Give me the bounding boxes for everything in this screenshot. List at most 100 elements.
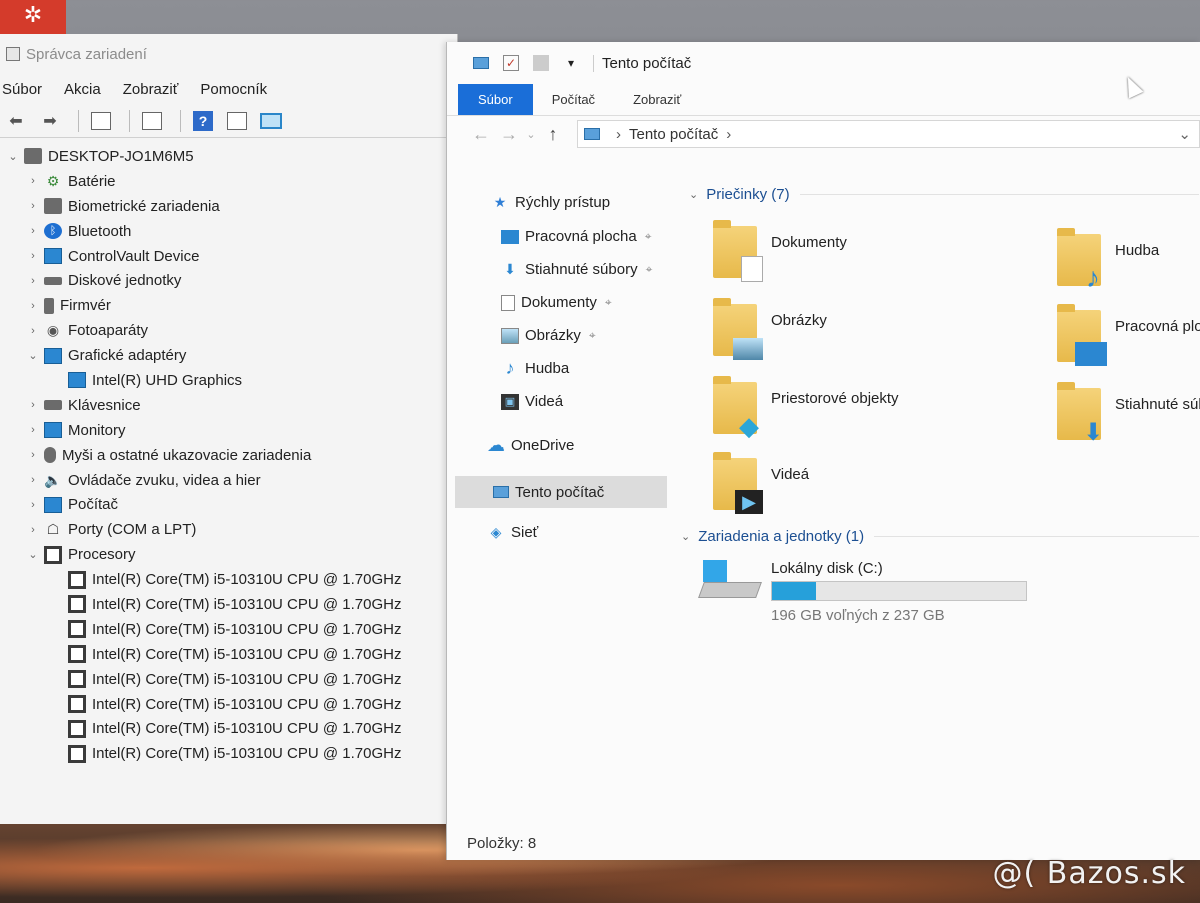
- menu-help[interactable]: Pomocník: [200, 81, 267, 98]
- back-arrow-icon[interactable]: ←: [467, 124, 495, 145]
- tree-item-cameras[interactable]: › ◉ Fotoaparáty: [0, 318, 457, 343]
- acrobat-taskbar-icon[interactable]: ✲: [0, 0, 66, 34]
- drive-tile-local-disk-c[interactable]: Lokálny disk (C:) 196 GB voľných z 237 G…: [698, 560, 1027, 624]
- drives-group-header[interactable]: ⌄ Zariadenia a jednotky (1): [681, 528, 1199, 545]
- back-arrow-icon[interactable]: ⬅: [2, 109, 30, 133]
- breadcrumb-chevron-icon[interactable]: ›: [616, 126, 621, 143]
- folder-tile-pictures[interactable]: Obrázky: [713, 298, 827, 360]
- scan-hardware-monitor-icon[interactable]: [257, 109, 285, 133]
- tree-item-display-adapters[interactable]: ⌄ Grafické adaptéry: [0, 343, 457, 368]
- up-arrow-icon[interactable]: ↑: [539, 124, 567, 145]
- tree-item-mice[interactable]: › Myši a ostatné ukazovacie zariadenia: [0, 443, 457, 468]
- menu-file[interactable]: Súbor: [2, 81, 42, 98]
- document-icon: [501, 294, 515, 311]
- tree-item-cpu[interactable]: Intel(R) Core(TM) i5-10310U CPU @ 1.70GH…: [0, 716, 457, 741]
- breadcrumb-this-pc[interactable]: Tento počítač: [629, 126, 718, 143]
- chevron-right-icon[interactable]: ›: [22, 325, 44, 337]
- tree-item-bluetooth[interactable]: › ᛒ Bluetooth: [0, 219, 457, 244]
- toolbar-separator: [180, 109, 181, 132]
- chevron-down-icon[interactable]: ⌄: [22, 349, 44, 362]
- tree-item-ports[interactable]: › ☖ Porty (COM a LPT): [0, 517, 457, 542]
- folder-tile-downloads[interactable]: ⬇ Stiahnuté súb: [1057, 382, 1200, 446]
- chevron-down-icon[interactable]: ⌄: [681, 530, 690, 543]
- cpu-icon: [68, 595, 86, 614]
- chevron-right-icon[interactable]: ›: [22, 275, 44, 287]
- chevron-right-icon[interactable]: ›: [22, 449, 44, 461]
- chevron-right-icon[interactable]: ›: [22, 300, 44, 312]
- folders-group-header[interactable]: ⌄ Priečinky (7): [689, 186, 1199, 203]
- forward-arrow-icon[interactable]: ➡: [36, 109, 64, 133]
- tree-item-firmware[interactable]: › Firmvér: [0, 293, 457, 318]
- pin-icon[interactable]: ⌖: [646, 262, 653, 277]
- chevron-down-icon[interactable]: ⌄: [22, 548, 44, 561]
- tree-item-cpu[interactable]: Intel(R) Core(TM) i5-10310U CPU @ 1.70GH…: [0, 567, 457, 592]
- tab-view[interactable]: Zobraziť: [614, 84, 700, 115]
- tree-item-computer-category[interactable]: › Počítač: [0, 492, 457, 517]
- nav-item-desktop[interactable]: Pracovná plocha ⌖: [501, 228, 652, 245]
- nav-item-this-pc[interactable]: Tento počítač: [455, 476, 667, 508]
- breadcrumb-chevron-icon[interactable]: ›: [726, 126, 731, 143]
- tree-item-intel-uhd-graphics[interactable]: Intel(R) UHD Graphics: [0, 368, 457, 393]
- chevron-right-icon[interactable]: ›: [22, 175, 44, 187]
- tree-item-processors[interactable]: ⌄ Procesory: [0, 542, 457, 567]
- tree-item-cpu[interactable]: Intel(R) Core(TM) i5-10310U CPU @ 1.70GH…: [0, 692, 457, 717]
- tree-item-monitors[interactable]: › Monitory: [0, 418, 457, 443]
- nav-item-videos[interactable]: ▣ Videá: [501, 393, 563, 410]
- nav-item-documents[interactable]: Dokumenty ⌖: [501, 294, 612, 311]
- chevron-down-icon[interactable]: ⌄: [689, 188, 698, 201]
- folder-tile-videos[interactable]: ▶ Videá: [713, 452, 809, 514]
- action-pane-icon[interactable]: [223, 109, 251, 133]
- chevron-right-icon[interactable]: ›: [22, 499, 44, 511]
- pin-icon[interactable]: ⌖: [589, 328, 596, 343]
- menu-action[interactable]: Akcia: [64, 81, 101, 98]
- chevron-right-icon[interactable]: ›: [22, 474, 44, 486]
- tree-item-cpu[interactable]: Intel(R) Core(TM) i5-10310U CPU @ 1.70GH…: [0, 592, 457, 617]
- folder-tile-desktop[interactable]: Pracovná plo: [1057, 304, 1200, 366]
- address-dropdown-icon[interactable]: ⌄: [1178, 125, 1191, 143]
- recent-locations-dropdown-icon[interactable]: ⌄: [523, 128, 539, 141]
- nav-item-network[interactable]: ◈ Sieť: [487, 524, 539, 541]
- chevron-right-icon[interactable]: ›: [22, 524, 44, 536]
- new-folder-icon[interactable]: [533, 55, 549, 71]
- show-hide-console-tree-icon[interactable]: [87, 109, 115, 133]
- folder-tile-3d-objects[interactable]: ◆ Priestorové objekty: [713, 376, 899, 441]
- nav-item-downloads[interactable]: ⬇ Stiahnuté súbory ⌖: [501, 261, 652, 278]
- nav-item-music[interactable]: ♪ Hudba: [501, 358, 570, 378]
- tree-item-disk-drives[interactable]: › Diskové jednotky: [0, 268, 457, 293]
- tree-item-batteries[interactable]: › ⚙ Batérie: [0, 169, 457, 194]
- address-bar[interactable]: › Tento počítač › ⌄: [577, 120, 1200, 148]
- tab-file[interactable]: Súbor: [458, 84, 533, 115]
- tree-item-computer[interactable]: ⌄ DESKTOP-JO1M6M5: [0, 144, 457, 169]
- chevron-right-icon[interactable]: ›: [22, 200, 44, 212]
- tree-item-cpu[interactable]: Intel(R) Core(TM) i5-10310U CPU @ 1.70GH…: [0, 667, 457, 692]
- chevron-right-icon[interactable]: ›: [22, 424, 44, 436]
- tree-item-cpu[interactable]: Intel(R) Core(TM) i5-10310U CPU @ 1.70GH…: [0, 741, 457, 766]
- nav-item-quick-access[interactable]: ★ Rýchly prístup: [491, 194, 610, 211]
- chevron-down-icon[interactable]: ⌄: [2, 150, 24, 163]
- tree-item-controlvault[interactable]: › ControlVault Device: [0, 244, 457, 269]
- computer-icon: [24, 148, 42, 165]
- nav-item-onedrive[interactable]: ☁ OneDrive: [487, 435, 574, 455]
- pin-icon[interactable]: ⌖: [605, 295, 612, 310]
- properties-checkbox-icon[interactable]: ✓: [503, 55, 519, 71]
- forward-arrow-icon[interactable]: →: [495, 124, 523, 145]
- folder-tile-documents[interactable]: Dokumenty: [713, 220, 847, 282]
- pin-icon[interactable]: ⌖: [645, 229, 652, 244]
- menu-view[interactable]: Zobraziť: [123, 81, 179, 98]
- properties-icon[interactable]: [138, 109, 166, 133]
- tree-item-keyboards[interactable]: › Klávesnice: [0, 393, 457, 418]
- folder-tile-music[interactable]: ♪ Hudba: [1057, 228, 1159, 293]
- chevron-right-icon[interactable]: ›: [22, 250, 44, 262]
- this-pc-icon: [493, 486, 509, 498]
- tree-item-biometric[interactable]: › Biometrické zariadenia: [0, 194, 457, 219]
- help-icon[interactable]: ?: [189, 109, 217, 133]
- tree-item-cpu[interactable]: Intel(R) Core(TM) i5-10310U CPU @ 1.70GH…: [0, 642, 457, 667]
- device-manager-title: Správca zariadení: [26, 45, 147, 63]
- chevron-right-icon[interactable]: ›: [22, 225, 44, 237]
- tree-item-sound[interactable]: › 🔈 Ovládače zvuku, videa a hier: [0, 468, 457, 493]
- customize-quick-access-dropdown-icon[interactable]: ▾: [563, 55, 579, 71]
- tree-item-cpu[interactable]: Intel(R) Core(TM) i5-10310U CPU @ 1.70GH…: [0, 617, 457, 642]
- chevron-right-icon[interactable]: ›: [22, 399, 44, 411]
- tab-computer[interactable]: Počítač: [533, 84, 614, 115]
- nav-item-pictures[interactable]: Obrázky ⌖: [501, 327, 596, 344]
